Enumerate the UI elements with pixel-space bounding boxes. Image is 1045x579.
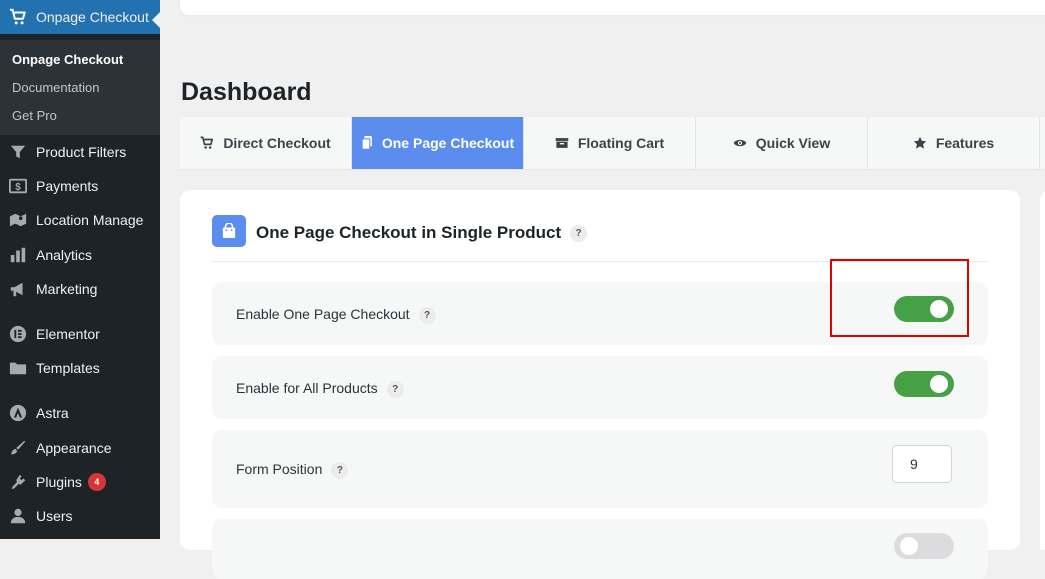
toggle-knob <box>900 537 918 555</box>
setting-label: Enable for All Products? <box>236 380 404 398</box>
side-card <box>1040 190 1045 550</box>
setting-row-partial <box>212 519 988 579</box>
plug-icon <box>8 472 28 492</box>
tab-direct-checkout[interactable]: Direct Checkout <box>180 117 352 169</box>
sidebar-item-payments[interactable]: $ Payments <box>0 169 160 203</box>
sidebar-item-appearance[interactable]: Appearance <box>0 431 160 465</box>
sidebar-item-label: Onpage Checkout <box>36 9 149 25</box>
setting-label-text: Enable One Page Checkout <box>236 306 410 322</box>
tab-label: Features <box>935 135 995 151</box>
filter-icon <box>8 142 28 162</box>
help-icon[interactable]: ? <box>386 380 404 398</box>
tab-bar: Direct Checkout One Page Checkout Floati… <box>180 117 1045 170</box>
sidebar-item-marketing[interactable]: Marketing <box>0 272 160 306</box>
setting-toggle[interactable] <box>894 533 954 559</box>
plugins-update-badge: 4 <box>87 473 106 491</box>
help-icon[interactable]: ? <box>570 225 588 243</box>
panel-title: One Page Checkout in Single Product? <box>256 223 588 243</box>
highlight-box <box>830 259 969 337</box>
star-icon <box>913 136 927 150</box>
enable-all-products-toggle[interactable] <box>894 371 954 397</box>
sidebar-item-users[interactable]: Users <box>0 499 160 533</box>
cart-icon <box>200 136 214 150</box>
elementor-icon <box>8 324 28 344</box>
toggle-knob <box>930 375 948 393</box>
tab-label: One Page Checkout <box>381 135 515 151</box>
tab-floating-cart[interactable]: Floating Cart <box>524 117 696 169</box>
help-icon[interactable]: ? <box>418 306 436 324</box>
sidebar-item-label: Elementor <box>36 326 100 342</box>
tab-features[interactable]: Features <box>868 117 1040 169</box>
location-icon <box>8 210 28 230</box>
astra-icon <box>8 403 28 423</box>
tab-label: Floating Cart <box>577 135 665 151</box>
sidebar-item-label: Plugins <box>36 474 82 490</box>
sidebar-item-analytics[interactable]: Analytics <box>0 238 160 272</box>
tab-quick-view[interactable]: Quick View <box>696 117 868 169</box>
sidebar-item-plugins[interactable]: Plugins 4 <box>0 465 160 499</box>
tab-label: Direct Checkout <box>223 135 331 151</box>
sidebar-item-label: Templates <box>36 360 100 376</box>
setting-row-enable-all-products: Enable for All Products? <box>212 356 988 419</box>
sidebar-item-label: Product Filters <box>36 144 127 160</box>
tab-one-page-checkout[interactable]: One Page Checkout <box>352 117 524 169</box>
top-card <box>180 0 1045 15</box>
sidebar-item-label: Users <box>36 508 73 524</box>
sidebar-item-product-filters[interactable]: Product Filters <box>0 135 160 169</box>
setting-label: Form Position? <box>236 461 349 479</box>
submenu-documentation[interactable]: Documentation <box>12 80 99 95</box>
admin-sidebar: Onpage Checkout Onpage Checkout Document… <box>0 0 160 539</box>
setting-label-text: Form Position <box>236 461 323 477</box>
sidebar-item-label: Marketing <box>36 281 98 297</box>
sidebar-item-label: Location Manage <box>36 212 144 228</box>
settings-panel: One Page Checkout in Single Product? Ena… <box>180 190 1020 579</box>
megaphone-icon <box>8 279 28 299</box>
svg-text:$: $ <box>15 182 21 193</box>
sidebar-item-templates[interactable]: Templates <box>0 351 160 385</box>
cart-icon <box>8 7 28 27</box>
submenu-get-pro[interactable]: Get Pro <box>12 108 57 123</box>
shopping-bag-icon <box>212 215 246 247</box>
panel-title-text: One Page Checkout in Single Product <box>256 223 562 242</box>
user-icon <box>8 506 28 526</box>
sidebar-item-location-manage[interactable]: Location Manage <box>0 203 160 237</box>
bar-chart-icon <box>8 245 28 265</box>
pages-icon <box>361 136 373 150</box>
sidebar-item-label: Analytics <box>36 247 93 263</box>
box-icon <box>555 137 569 149</box>
sidebar-item-label: Payments <box>36 178 99 194</box>
sidebar-submenu: Onpage Checkout Documentation Get Pro <box>0 40 160 135</box>
folder-icon <box>8 358 28 378</box>
eye-icon <box>733 138 747 148</box>
setting-row-form-position: Form Position? <box>212 430 988 508</box>
help-icon[interactable]: ? <box>331 461 349 479</box>
sidebar-item-astra[interactable]: Astra <box>0 396 160 430</box>
sidebar-item-label: Appearance <box>36 440 112 456</box>
setting-label: Enable One Page Checkout? <box>236 306 436 324</box>
form-position-input[interactable] <box>892 445 952 483</box>
brush-icon <box>8 438 28 458</box>
submenu-onpage-checkout[interactable]: Onpage Checkout <box>12 52 123 67</box>
sidebar-item-onpage-checkout[interactable]: Onpage Checkout <box>0 0 160 34</box>
dollar-icon: $ <box>8 176 28 196</box>
tab-label: Quick View <box>755 135 831 151</box>
sidebar-item-elementor[interactable]: Elementor <box>0 317 160 351</box>
page-title: Dashboard <box>181 78 312 106</box>
setting-label-text: Enable for All Products <box>236 380 378 396</box>
sidebar-item-label: Astra <box>36 405 69 421</box>
